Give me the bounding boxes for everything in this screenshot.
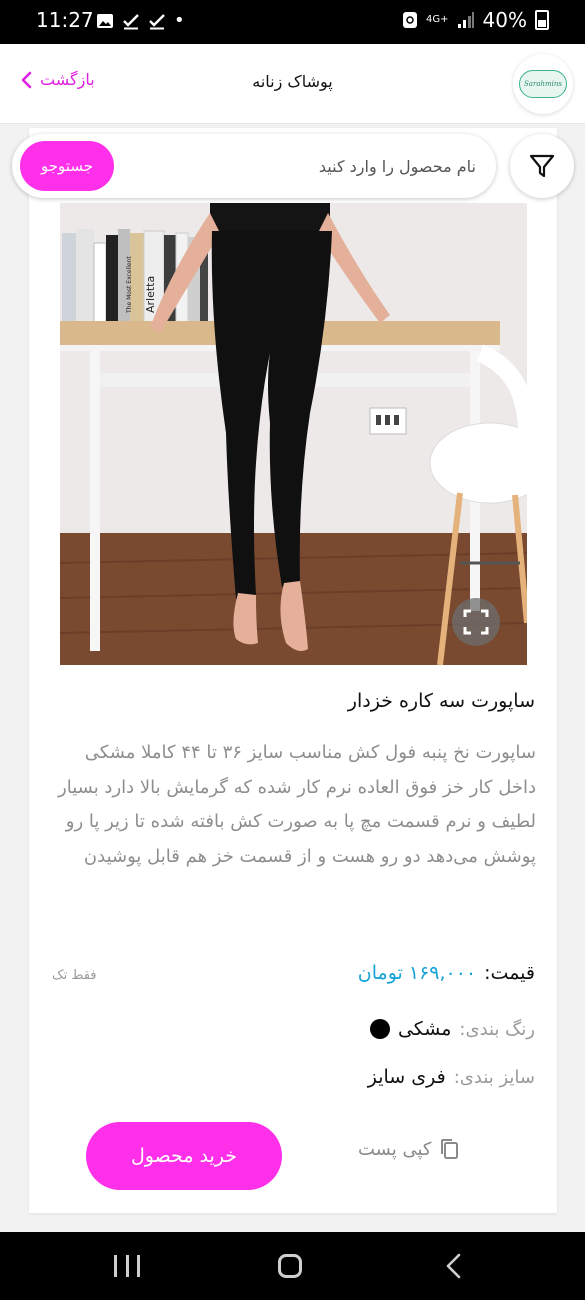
network-type: 4G+	[426, 14, 449, 25]
system-nav-bar	[0, 1232, 585, 1300]
filter-icon	[529, 154, 555, 178]
app-header: بازگشت پوشاک زنانه Sarahmins	[0, 44, 585, 124]
size-row: سایز بندی: فری سایز	[368, 1066, 535, 1088]
battery-icon	[535, 10, 549, 30]
product-description: ساپورت نخ پنبه فول کش مناسب سایز ۳۶ تا ۴…	[58, 742, 536, 867]
buy-button[interactable]: خرید محصول	[86, 1122, 282, 1190]
single-note: فقط تک	[52, 968, 97, 983]
search-bar: جستوجو	[12, 134, 496, 198]
dot-icon: •	[174, 10, 185, 31]
check-icon	[149, 14, 165, 30]
size-label: سایز بندی:	[453, 1066, 535, 1088]
logo-text: Sarahmins	[519, 70, 567, 98]
fullscreen-button[interactable]	[452, 598, 500, 646]
status-right: 4G+ 40%	[402, 8, 549, 32]
product-image[interactable]: Arletta The Most Excellent	[60, 203, 527, 665]
filter-button[interactable]	[510, 134, 574, 198]
battery-percent: 40%	[482, 8, 527, 32]
color-value: مشکی	[397, 1018, 452, 1040]
status-time: 11:27	[36, 8, 94, 32]
color-swatch	[369, 1019, 390, 1039]
check-icon	[123, 14, 139, 30]
color-label: رنگ بندی:	[459, 1018, 535, 1040]
price-row: قیمت: ۱۶۹,۰۰۰ تومان	[358, 962, 535, 984]
price-label: قیمت:	[484, 962, 535, 984]
search-input[interactable]	[120, 146, 476, 186]
product-title: ساپورت سه کاره خزدار	[347, 690, 535, 712]
search-button[interactable]: جستوجو	[20, 141, 114, 191]
store-logo[interactable]: Sarahmins	[513, 54, 573, 114]
recent-apps-button[interactable]	[114, 1255, 140, 1277]
image-icon	[97, 14, 113, 28]
page-title: پوشاک زنانه	[252, 72, 333, 91]
book-spine-2: The Most Excellent	[126, 256, 133, 314]
size-value: فری سایز	[367, 1066, 446, 1088]
expand-icon	[463, 609, 489, 635]
home-button[interactable]	[278, 1254, 302, 1278]
product-photo: Arletta The Most Excellent	[60, 203, 527, 665]
price-value: ۱۶۹,۰۰۰ تومان	[357, 962, 477, 984]
recycle-icon	[403, 12, 418, 28]
signal-icon	[457, 12, 474, 28]
copy-label: کپی پست	[358, 1138, 432, 1160]
back-nav-icon[interactable]	[444, 1252, 464, 1280]
copy-icon	[441, 1139, 459, 1159]
copy-post-button[interactable]: کپی پست	[358, 1138, 459, 1160]
book-spine-1: Arletta	[144, 276, 157, 313]
color-row: رنگ بندی: مشکی	[369, 1018, 535, 1040]
status-bar: 11:27 • 4G+ 40%	[0, 0, 585, 44]
notification-icons: •	[96, 10, 185, 32]
